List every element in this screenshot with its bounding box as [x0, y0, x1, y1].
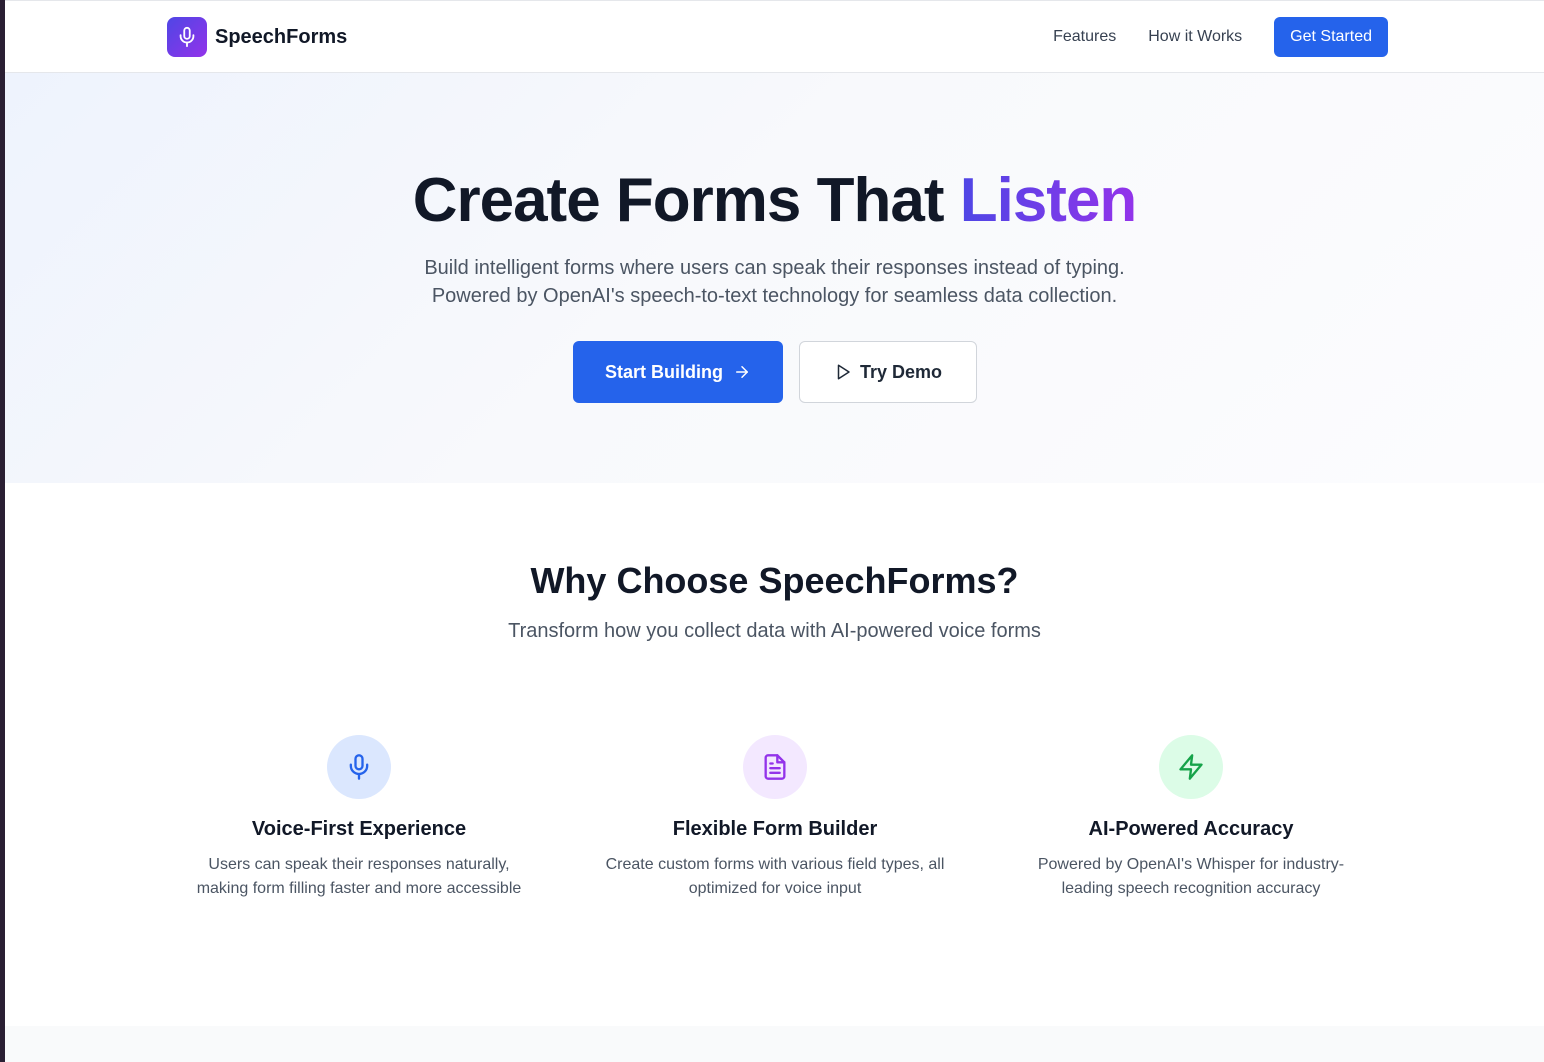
- hero-title-accent: Listen: [959, 166, 1138, 235]
- top-navbar: SpeechForms Features How it Works Get St…: [5, 0, 1544, 73]
- main-nav: Features How it Works Get Started: [1053, 17, 1388, 57]
- feature-card-voice: Voice-First Experience Users can speak t…: [179, 735, 539, 901]
- nav-link-features[interactable]: Features: [1053, 17, 1116, 57]
- feature-title: Voice-First Experience: [251, 818, 467, 840]
- lightning-icon: [1159, 735, 1223, 799]
- hero-section: Create Forms That Listen Build intellige…: [5, 73, 1544, 483]
- try-demo-button[interactable]: Try Demo: [799, 341, 977, 403]
- brand[interactable]: SpeechForms: [167, 17, 347, 57]
- feature-title: Flexible Form Builder: [672, 818, 878, 840]
- nav-link-how-it-works[interactable]: How it Works: [1148, 17, 1242, 57]
- document-icon: [743, 735, 807, 799]
- feature-card-builder: Flexible Form Builder Create custom form…: [595, 735, 955, 901]
- hero-subtitle: Build intelligent forms where users can …: [5, 254, 1544, 310]
- hero-subtitle-line-1: Build intelligent forms where users can …: [424, 257, 1125, 279]
- features-title: Why Choose SpeechForms?: [530, 560, 1019, 601]
- microphone-icon: [327, 735, 391, 799]
- brand-name: SpeechForms: [215, 25, 348, 48]
- arrow-right-icon: [733, 363, 751, 381]
- play-icon: [834, 363, 852, 381]
- feature-description: Create custom forms with various field t…: [605, 856, 945, 897]
- next-section-band: [5, 1026, 1544, 1062]
- try-demo-label: Try Demo: [859, 361, 943, 382]
- features-subtitle: Transform how you collect data with AI-p…: [508, 620, 1041, 642]
- feature-description: Users can speak their responses naturall…: [196, 856, 522, 897]
- hero-actions: Start Building Try Demo: [573, 341, 977, 403]
- feature-card-accuracy: AI-Powered Accuracy Powered by OpenAI's …: [1011, 735, 1371, 901]
- page: SpeechForms Features How it Works Get St…: [5, 0, 1544, 1062]
- hero-subtitle-line-2: Powered by OpenAI's speech-to-text techn…: [431, 285, 1118, 307]
- feature-description: Powered by OpenAI's Whisper for industry…: [1037, 856, 1345, 897]
- microphone-icon: [167, 17, 207, 57]
- get-started-button[interactable]: Get Started: [1274, 17, 1388, 57]
- start-building-button[interactable]: Start Building: [573, 341, 783, 403]
- feature-title: AI-Powered Accuracy: [1088, 818, 1294, 840]
- hero-title-main: Create Forms That: [412, 166, 960, 235]
- hero-title: Create Forms That Listen: [5, 165, 1544, 236]
- start-building-label: Start Building: [605, 361, 723, 382]
